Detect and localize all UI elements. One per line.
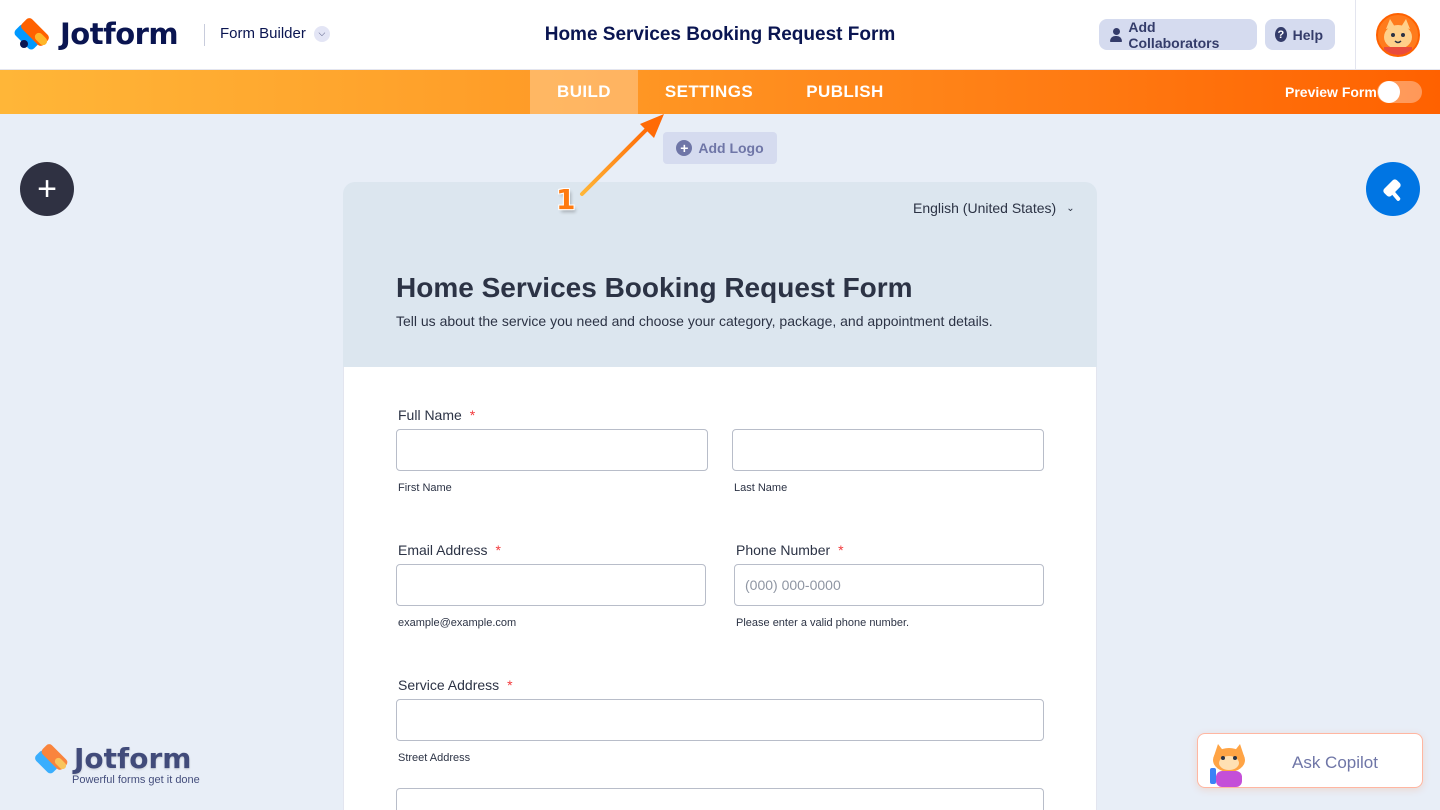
form-builder-label: Form Builder (220, 25, 306, 42)
email-sublabel: example@example.com (398, 617, 517, 629)
add-form-element-button[interactable]: + (20, 162, 74, 216)
builder-tabs-bar: BUILD SETTINGS PUBLISH Preview Form (0, 70, 1440, 114)
brand-name: Jotform (60, 17, 179, 51)
required-asterisk: * (507, 677, 513, 693)
language-selector[interactable]: English (United States) ⌄ (913, 200, 1075, 216)
form-designer-button[interactable] (1366, 162, 1420, 216)
email-label-text: Email Address (398, 542, 488, 558)
add-logo-button[interactable]: + Add Logo (663, 132, 777, 164)
tab-settings[interactable]: SETTINGS (646, 70, 772, 114)
tab-build[interactable]: BUILD (530, 70, 638, 114)
watermark-tagline: Powerful forms get it done (72, 774, 200, 786)
help-button[interactable]: ? Help (1265, 19, 1335, 50)
jotform-logo-icon (33, 742, 70, 776)
phone-field[interactable] (734, 564, 1044, 606)
street-address-line2-input[interactable] (396, 788, 1044, 810)
top-header: Jotform Form Builder ⌵ Home Services Boo… (0, 0, 1440, 70)
annotation-step-number: 1 (556, 183, 576, 216)
question-icon: ? (1275, 27, 1287, 42)
first-name-sublabel: First Name (398, 482, 452, 494)
tab-publish[interactable]: PUBLISH (788, 70, 902, 114)
form-title-header[interactable]: Home Services Booking Request Form (545, 24, 896, 45)
plus-icon: + (37, 169, 57, 208)
header-divider (204, 24, 205, 46)
chevron-down-icon: ⌄ (1066, 202, 1075, 214)
street-address-sublabel: Street Address (398, 752, 471, 764)
email-label[interactable]: Email Address * (398, 542, 501, 558)
ask-copilot-button[interactable]: Ask Copilot (1197, 733, 1423, 788)
phone-label[interactable]: Phone Number * (736, 542, 844, 558)
service-address-label[interactable]: Service Address * (398, 677, 513, 693)
preview-form-label: Preview Form (1285, 84, 1377, 100)
ask-copilot-label: Ask Copilot (1292, 753, 1378, 772)
avatar-cat-icon (1378, 17, 1418, 55)
street-address-input[interactable] (396, 699, 1044, 741)
form-subheading[interactable]: Tell us about the service you need and c… (396, 313, 993, 329)
jotform-logo[interactable]: Jotform (12, 16, 179, 52)
user-icon (1109, 27, 1123, 42)
watermark-brand: Jotform (74, 742, 192, 775)
required-asterisk: * (469, 407, 476, 423)
toggle-knob (1378, 81, 1400, 103)
required-asterisk: * (838, 542, 844, 558)
form-heading[interactable]: Home Services Booking Request Form (396, 272, 913, 304)
last-name-input[interactable] (732, 429, 1044, 471)
chevron-down-icon: ⌵ (313, 25, 330, 42)
avatar[interactable] (1376, 13, 1420, 57)
required-asterisk: * (495, 542, 501, 558)
last-name-sublabel: Last Name (734, 482, 788, 494)
copilot-cat-icon (1210, 744, 1245, 787)
first-name-input[interactable] (396, 429, 708, 471)
full-name-label[interactable]: Full Name * (398, 407, 475, 423)
add-collaborators-button[interactable]: Add Collaborators (1099, 18, 1257, 51)
service-address-label-text: Service Address (398, 677, 500, 693)
header-divider-right (1355, 0, 1356, 70)
full-name-label-text: Full Name (398, 407, 462, 423)
preview-form-toggle[interactable] (1377, 81, 1422, 103)
help-label: Help (1292, 26, 1323, 43)
phone-sublabel: Please enter a valid phone number. (736, 617, 910, 629)
email-field[interactable] (396, 564, 706, 606)
jotform-logo-icon (12, 16, 51, 52)
jotform-watermark: Jotform Powerful forms get it done (33, 742, 200, 786)
add-collaborators-label: Add Collaborators (1128, 18, 1220, 51)
plus-icon: + (676, 140, 693, 156)
add-logo-label: Add Logo (698, 140, 764, 156)
language-label: English (United States) (913, 200, 1057, 216)
form-builder-dropdown[interactable]: Form Builder ⌵ (220, 25, 330, 42)
phone-label-text: Phone Number (736, 542, 831, 558)
